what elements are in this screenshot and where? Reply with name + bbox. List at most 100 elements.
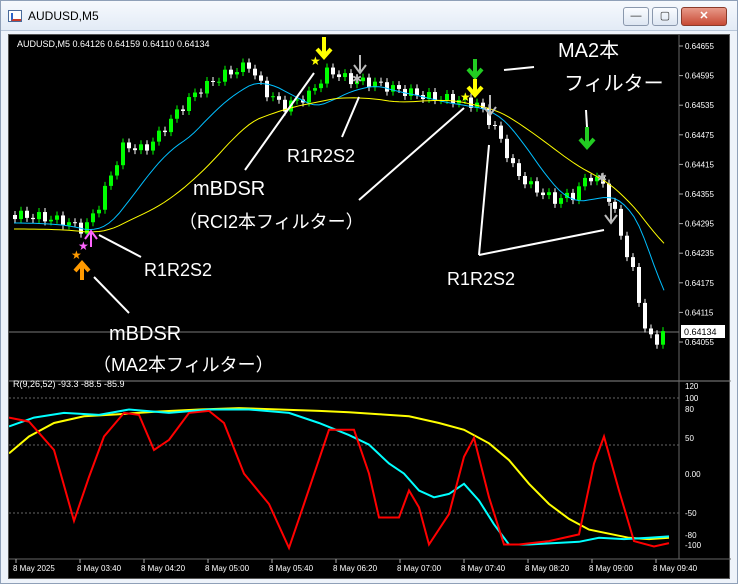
candle-body xyxy=(91,213,95,223)
pointer-ma-filter xyxy=(503,66,535,71)
star-yellow-icon-2: ★ xyxy=(460,90,471,104)
price-tick-label: 0.64235 xyxy=(685,249,714,258)
price-chart-svg[interactable]: 0.64134 AUDUSD,M5 0.64126 0.64159 0.6411… xyxy=(9,35,731,580)
candle-body xyxy=(193,92,197,98)
candle-body xyxy=(265,80,269,98)
indicator-tick-label: -50 xyxy=(685,509,697,518)
candle-body xyxy=(613,201,617,209)
sell-arrow-gray-2 xyxy=(483,95,497,117)
price-tick-label: 0.64475 xyxy=(685,131,714,140)
candle-body xyxy=(325,67,329,84)
candle-body xyxy=(397,85,401,89)
candle-body xyxy=(625,235,629,258)
time-tick-label: 8 May 06:20 xyxy=(333,564,378,573)
candle-body xyxy=(637,267,641,303)
candle-body xyxy=(661,331,665,345)
candle-body xyxy=(145,144,149,151)
candle-body xyxy=(139,144,143,151)
pointer-r1r2s2-c-2 xyxy=(478,229,605,256)
candle-body xyxy=(127,142,131,149)
candle-body xyxy=(619,208,623,236)
price-tick-label: 0.64055 xyxy=(685,338,714,347)
pointer-r1r2s2-a xyxy=(341,96,360,138)
time-tick-label: 8 May 04:20 xyxy=(141,564,186,573)
chart-canvas[interactable]: 0.64134 AUDUSD,M5 0.64126 0.64159 0.6411… xyxy=(8,34,731,580)
price-tick-label: 0.64295 xyxy=(685,220,714,229)
price-tick-label: 0.64595 xyxy=(685,72,714,81)
candle-body xyxy=(25,210,29,218)
annotation-r1r2s2-b: R1R2S2 xyxy=(144,260,212,280)
candle-body xyxy=(307,90,311,103)
time-tick-label: 8 May 05:00 xyxy=(205,564,250,573)
price-tick-label: 0.64115 xyxy=(685,308,714,317)
pointer-mbdsr-ma xyxy=(93,276,130,314)
candle-body xyxy=(229,69,233,75)
candle-body xyxy=(109,175,113,186)
candle-body xyxy=(577,186,581,201)
candle-body xyxy=(241,62,245,73)
candle-body xyxy=(517,163,521,177)
candle-body xyxy=(103,185,107,210)
candle-body xyxy=(133,148,137,151)
indicator-tick-label: 80 xyxy=(685,405,694,414)
minimize-button[interactable]: — xyxy=(623,7,649,26)
annotation-rci-filter: （RCI2本フィルター） xyxy=(179,212,364,232)
close-button[interactable]: ✕ xyxy=(681,7,727,26)
candle-body xyxy=(121,142,125,166)
time-tick-label: 8 May 03:40 xyxy=(77,564,122,573)
time-tick-label: 8 May 07:40 xyxy=(461,564,506,573)
candle-body xyxy=(343,73,347,78)
main-chart-header: AUDUSD,M5 0.64126 0.64159 0.64110 0.6413… xyxy=(17,39,209,49)
rci-long-line xyxy=(9,407,670,541)
price-axis: 0.64655 0.64595 0.64535 0.64475 0.64415 0.643… xyxy=(679,42,714,347)
annotation-ma-filter-bottom: （MA2本フィルター） xyxy=(93,355,274,375)
candle-body xyxy=(67,222,71,226)
candle-body xyxy=(499,125,503,139)
candle-body xyxy=(217,81,221,83)
candle-body xyxy=(445,93,449,101)
candle-body xyxy=(175,109,179,119)
candle-body xyxy=(655,334,659,345)
price-tick-label: 0.64175 xyxy=(685,279,714,288)
candle-body xyxy=(607,183,611,202)
candle-body xyxy=(247,62,251,69)
candle-body xyxy=(337,74,341,78)
candle-body xyxy=(277,96,281,100)
annotation-r1r2s2-c: R1R2S2 xyxy=(447,269,515,289)
candle-body xyxy=(73,222,77,224)
candle-body xyxy=(535,181,539,193)
candle-body xyxy=(547,192,551,196)
indicator-tick-label: 0.00 xyxy=(685,470,701,479)
maximize-button[interactable]: ▢ xyxy=(652,7,678,26)
star-yellow-icon-1: ★ xyxy=(310,54,321,68)
candle-body xyxy=(331,67,335,75)
candle-body xyxy=(631,257,635,268)
candle-body xyxy=(181,109,185,111)
candle-body xyxy=(643,302,647,329)
candle-body xyxy=(211,80,215,83)
candle-body xyxy=(115,165,119,176)
candle-body xyxy=(19,210,23,220)
current-price-label: 0.64134 xyxy=(684,327,717,337)
annotation-r1r2s2-a: R1R2S2 xyxy=(287,146,355,166)
candle-body xyxy=(385,82,389,92)
candle-body xyxy=(649,328,653,335)
candle-body xyxy=(13,215,17,220)
candle-body xyxy=(379,81,383,83)
candle-body xyxy=(37,212,41,220)
pointer-rci-filter xyxy=(358,107,465,201)
candle-body xyxy=(55,215,59,220)
candle-body xyxy=(529,181,533,185)
pointer-r1r2s2-c-1 xyxy=(478,144,490,256)
candle-body xyxy=(523,176,527,185)
candle-body xyxy=(493,124,497,126)
annotation-mbdsr-rci: mBDSR xyxy=(193,178,265,200)
sell-arrow-green-1 xyxy=(466,59,484,81)
candle-body xyxy=(253,68,257,76)
candle-body xyxy=(151,141,155,151)
candle-body xyxy=(97,209,101,214)
time-tick-label: 8 May 08:20 xyxy=(525,564,570,573)
indicator-tick-label: -100 xyxy=(685,541,702,550)
title-bar[interactable]: AUDUSD,M5 — ▢ ✕ xyxy=(1,1,737,31)
candle-body xyxy=(511,158,515,164)
